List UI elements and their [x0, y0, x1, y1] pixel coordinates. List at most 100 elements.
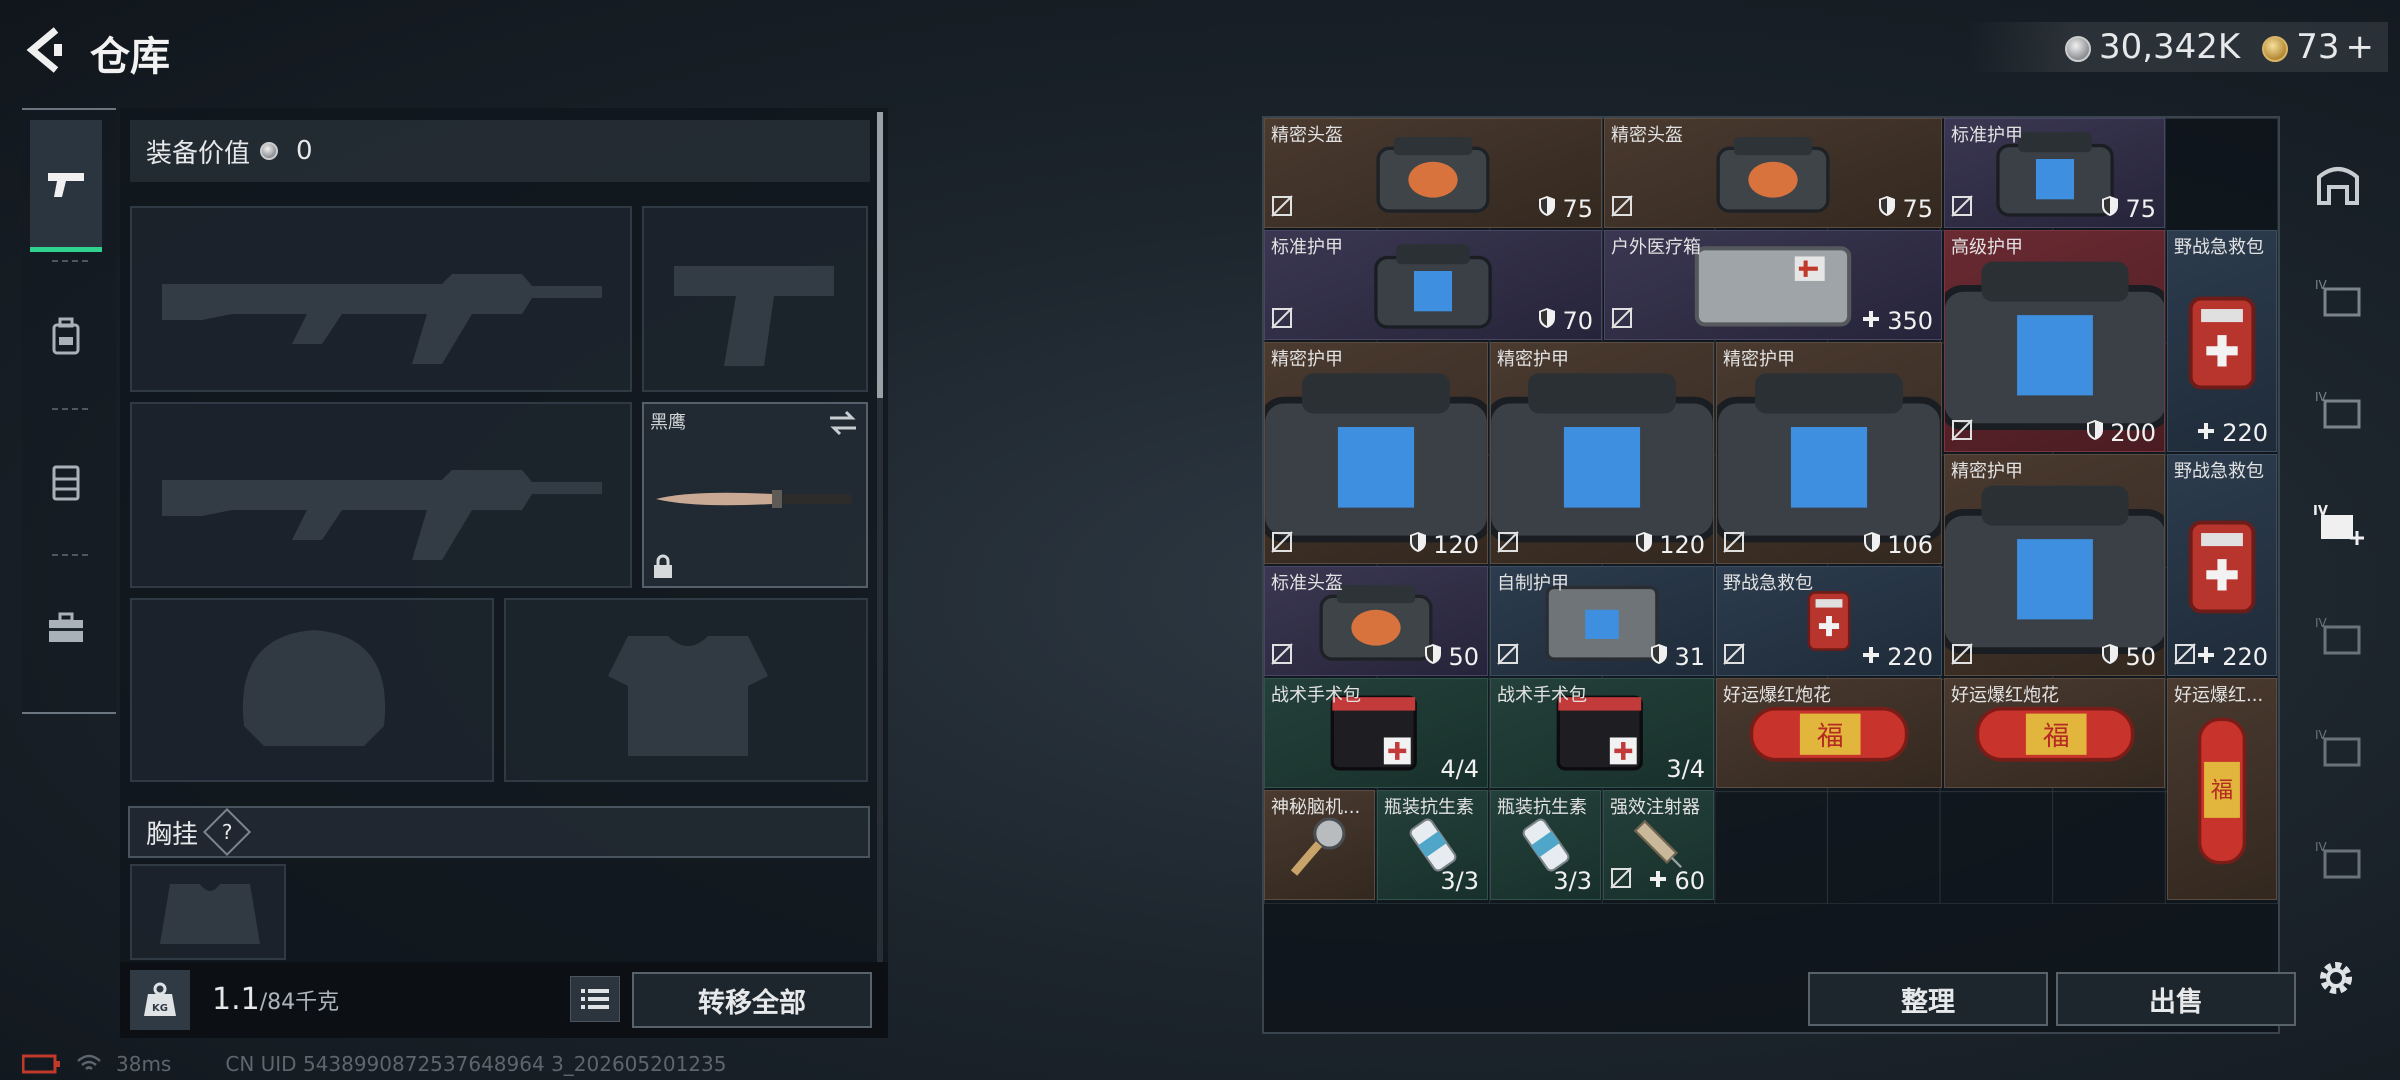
- watch-icon: [1283, 809, 1356, 886]
- item-name: 野战急救包: [2174, 461, 2264, 482]
- list-icon: [581, 989, 609, 1009]
- transfer-all-button[interactable]: 转移全部: [632, 972, 872, 1028]
- storage-main-button[interactable]: [2308, 154, 2368, 214]
- shield-icon: [2101, 195, 2119, 223]
- inventory-item[interactable]: 精密护甲 106: [1716, 342, 1942, 564]
- melee-slot[interactable]: 黑鹰: [642, 402, 868, 588]
- item-value-text: 220: [2222, 643, 2268, 671]
- inventory-item[interactable]: 战术手术包 3/4: [1490, 678, 1714, 788]
- inventory-item[interactable]: 精密头盔 75: [1604, 118, 1942, 228]
- container-slot-4[interactable]: IV: [2308, 718, 2368, 778]
- helmet-orange-icon: [1371, 128, 1494, 222]
- inventory-item[interactable]: 精密护甲 120: [1264, 342, 1488, 564]
- inventory-item[interactable]: 瓶装抗生素 3/3: [1490, 790, 1601, 900]
- helmet-silhouette-icon: [242, 630, 386, 746]
- help-mark: ?: [221, 820, 233, 844]
- tab-vest[interactable]: [30, 416, 102, 548]
- gold-currency[interactable]: 73 +: [2262, 27, 2374, 67]
- container-icon: IV: [2315, 728, 2361, 767]
- inventory-item[interactable]: 自制护甲 31: [1490, 566, 1714, 676]
- container-slot-1[interactable]: IV: [2308, 268, 2368, 328]
- inventory-item[interactable]: 野战急救包 220: [2167, 454, 2277, 676]
- silver-coin-icon: [2064, 35, 2091, 62]
- item-value-text: 120: [1433, 531, 1479, 559]
- vest-blue-icon: [1371, 238, 1494, 337]
- item-value-text: 4/4: [1440, 755, 1479, 783]
- no-trade-icon: [1611, 195, 1633, 221]
- equipment-scroll-thumb[interactable]: [877, 112, 883, 398]
- tab-weapons[interactable]: [30, 120, 102, 252]
- item-value: 120: [1635, 531, 1705, 559]
- firecracker-icon: 福: [1960, 697, 2150, 774]
- inventory-item[interactable]: 精密护甲 120: [1490, 342, 1714, 564]
- help-icon[interactable]: ?: [202, 807, 252, 857]
- firecracker-v-icon: 福: [2188, 707, 2255, 879]
- inventory-item[interactable]: 精密护甲 50: [1944, 454, 2165, 676]
- item-value: 3/4: [1666, 755, 1705, 783]
- tab-case[interactable]: [30, 562, 102, 694]
- swap-icon[interactable]: [828, 410, 858, 436]
- settings-button[interactable]: [2306, 948, 2366, 1008]
- sort-button[interactable]: 整理: [1808, 972, 2048, 1026]
- item-name: 野战急救包: [2174, 237, 2264, 258]
- back-button[interactable]: [22, 22, 66, 78]
- item-value: 3/3: [1440, 867, 1479, 895]
- pistol-silhouette-icon: [674, 266, 834, 366]
- helmet-orange-icon: [1711, 128, 1834, 222]
- tab-backpack[interactable]: [30, 270, 102, 402]
- inventory-item[interactable]: 强效注射器 60: [1603, 790, 1714, 900]
- container-slot-5[interactable]: IV: [2308, 830, 2368, 890]
- item-name: 战术手术包: [1271, 685, 1361, 706]
- inventory-item[interactable]: 战术手术包 4/4: [1264, 678, 1488, 788]
- ping-value: 38ms: [116, 1052, 172, 1076]
- inventory-item[interactable]: 野战急救包 220: [1716, 566, 1942, 676]
- sidearm-slot[interactable]: [642, 206, 868, 392]
- inventory-item[interactable]: 福 好运爆红炮花: [1944, 678, 2165, 788]
- armor-slot[interactable]: [504, 598, 868, 782]
- chest-rig-slot[interactable]: [130, 864, 286, 960]
- item-value: 350: [1861, 307, 1933, 335]
- no-trade-icon: [2174, 643, 2196, 669]
- item-name: 精密护甲: [1723, 349, 1795, 370]
- inventory-item[interactable]: 高级护甲 200: [1944, 230, 2165, 452]
- shield-icon: [1409, 531, 1427, 559]
- inventory-item[interactable]: 户外医疗箱 350: [1604, 230, 1942, 340]
- add-container-button[interactable]: IV: [2308, 494, 2368, 554]
- chest-rig-label: 胸挂: [146, 819, 199, 850]
- primary-weapon-slot[interactable]: [130, 206, 632, 392]
- secondary-weapon-slot[interactable]: [130, 402, 632, 588]
- silver-currency: 30,342K: [2064, 27, 2240, 67]
- container-slot-3[interactable]: IV: [2308, 606, 2368, 666]
- inventory-item[interactable]: 精密头盔 75: [1264, 118, 1602, 228]
- inventory-item[interactable]: 野战急救包 220: [2167, 230, 2277, 452]
- gold-coin-icon: [2262, 35, 2289, 62]
- inventory-item[interactable]: 福 好运爆红炮花: [1716, 678, 1942, 788]
- shield-icon: [2101, 643, 2119, 671]
- inventory-item[interactable]: 标准护甲 75: [1944, 118, 2165, 228]
- container-icon: IV: [2315, 616, 2361, 655]
- firstaid-icon: [2183, 500, 2261, 638]
- inventory-item[interactable]: 标准头盔 50: [1264, 566, 1488, 676]
- inventory-item[interactable]: 标准护甲 70: [1264, 230, 1602, 340]
- inventory-item[interactable]: 神秘脑机...: [1264, 790, 1375, 900]
- no-trade-icon: [1610, 867, 1632, 893]
- list-view-button[interactable]: [570, 976, 620, 1022]
- sell-button[interactable]: 出售: [2056, 972, 2296, 1026]
- add-gold-button[interactable]: +: [2346, 27, 2375, 67]
- inventory-item[interactable]: 福 好运爆红...: [2167, 678, 2277, 900]
- no-trade-icon: [1951, 419, 1973, 445]
- inventory-item[interactable]: 瓶装抗生素 3/3: [1377, 790, 1488, 900]
- item-name: 神秘脑机...: [1271, 797, 1361, 818]
- no-trade-icon: [1951, 643, 1973, 669]
- helmet-slot[interactable]: [130, 598, 494, 782]
- shield-icon: [1538, 307, 1556, 335]
- item-value: 75: [1878, 195, 1933, 223]
- container-slot-2[interactable]: IV: [2308, 380, 2368, 440]
- weight-current: 1.1: [212, 982, 260, 1017]
- no-trade-icon: [1497, 531, 1519, 557]
- weight-readout: 1.1/84千克: [212, 982, 339, 1017]
- shield-icon: [1863, 531, 1881, 559]
- shield-icon: [1650, 643, 1668, 671]
- item-value: 70: [1538, 307, 1593, 335]
- weight-badge: KG: [130, 970, 190, 1030]
